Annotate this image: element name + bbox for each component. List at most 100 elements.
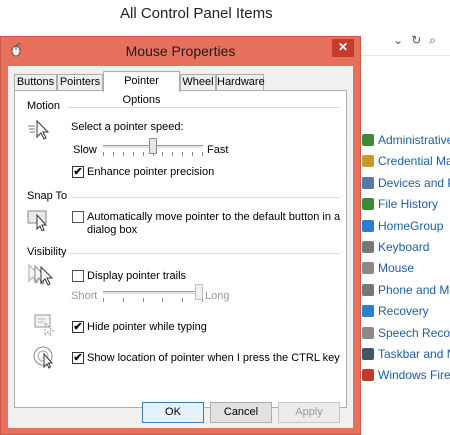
pointer-speed-prompt: Select a pointer speed:: [71, 121, 184, 133]
slider-tick: [123, 298, 124, 302]
control-panel-item-label: File History: [378, 197, 439, 212]
control-panel-item-label: Windows Firewa: [378, 368, 450, 383]
control-panel-item-icon: [362, 326, 374, 339]
control-panel-item-icon: [362, 155, 374, 168]
control-panel-item[interactable]: Windows Firewa: [362, 365, 450, 386]
visibility-divider: [69, 253, 339, 254]
slider-tick: [202, 152, 203, 156]
slider-track: [103, 291, 203, 294]
control-panel-item[interactable]: Administrative T: [362, 130, 450, 151]
tab-pointer-options[interactable]: Pointer Options: [103, 71, 180, 106]
control-panel-item-icon: [362, 305, 374, 318]
snap-to-label-line1: Automatically move pointer to the defaul…: [87, 211, 341, 223]
pointer-options-panel: Motion Select a pointer speed: Slow Fast…: [14, 90, 347, 408]
slider-tick: [123, 152, 124, 156]
slow-label: Slow: [73, 144, 97, 156]
snap-to-divider: [71, 197, 339, 198]
control-panel-item-label: Credential Mana: [378, 154, 450, 169]
control-panel-item[interactable]: Phone and Mod: [362, 280, 450, 301]
control-panel-item[interactable]: Mouse: [362, 258, 450, 279]
control-panel-item[interactable]: Devices and Prin: [362, 173, 450, 194]
hide-pointer-label: Hide pointer while typing: [87, 321, 207, 333]
control-panel-item[interactable]: HomeGroup: [362, 216, 450, 237]
control-panel-item[interactable]: Keyboard: [362, 237, 450, 258]
long-label: Long: [205, 290, 230, 302]
control-panel-item[interactable]: Taskbar and Nav: [362, 344, 450, 365]
fast-label: Fast: [207, 144, 229, 156]
control-panel-item[interactable]: Recovery: [362, 301, 450, 322]
control-panel-item-label: HomeGroup: [378, 218, 444, 233]
pointer-trail-length-slider[interactable]: [103, 283, 203, 305]
control-panel-item-icon: [362, 262, 374, 275]
slider-tick: [133, 152, 134, 156]
tab-buttons[interactable]: Buttons: [14, 74, 57, 91]
snap-to-icon: [27, 210, 48, 231]
control-panel-item[interactable]: Credential Mana: [362, 151, 450, 172]
pointer-speed-slider[interactable]: [103, 137, 203, 159]
slider-thumb[interactable]: [149, 138, 157, 154]
slider-tick: [113, 152, 114, 156]
control-panel-item-label: Devices and Prin: [378, 175, 450, 190]
control-panel-item-icon: [362, 369, 374, 382]
apply-button[interactable]: Apply: [278, 402, 340, 423]
dialog-client-area: Buttons Pointers Pointer Options Wheel H…: [8, 66, 353, 428]
control-panel-titlebar: All Control Panel Items: [0, 0, 450, 30]
control-panel-item-icon: [362, 283, 374, 296]
control-panel-item-icon: [362, 198, 374, 211]
hide-pointer-icon: [34, 314, 55, 337]
ctrl-locate-label: Show location of pointer when I press th…: [87, 352, 340, 364]
control-panel-item-icon: [362, 176, 374, 189]
control-panel-item-label: Recovery: [378, 304, 429, 319]
dialog-title: Mouse Properties: [125, 43, 236, 59]
slider-tick: [103, 152, 104, 156]
enhance-precision-label: Enhance pointer precision: [87, 166, 215, 178]
enhance-precision-checkbox[interactable]: ✔: [72, 166, 84, 178]
slider-tick: [182, 298, 183, 302]
dialog-titlebar[interactable]: Mouse Properties ✕: [1, 37, 360, 65]
hide-pointer-checkbox[interactable]: ✔: [72, 321, 84, 333]
mouse-properties-dialog: Mouse Properties ✕ Buttons Pointers Poin…: [0, 36, 361, 435]
snap-to-checkbox[interactable]: [72, 211, 84, 223]
slider-tick: [143, 298, 144, 302]
slider-tick: [182, 152, 183, 156]
cancel-button[interactable]: Cancel: [210, 402, 272, 423]
slider-thumb[interactable]: [195, 284, 203, 300]
control-panel-item-icon: [362, 134, 374, 146]
ctrl-locate-icon: [33, 346, 54, 369]
slider-tick: [143, 152, 144, 156]
control-panel-item-icon: [362, 240, 374, 253]
control-panel-item-label: Keyboard: [378, 239, 430, 254]
search-icon[interactable]: ⌕: [429, 33, 444, 47]
pointer-trails-icon: [28, 263, 54, 286]
dropdown-icon[interactable]: ⌄: [393, 33, 411, 47]
tab-pointers[interactable]: Pointers: [57, 74, 103, 91]
motion-group-label: Motion: [27, 100, 61, 112]
control-panel-item-icon: [362, 347, 374, 360]
slider-tick: [103, 298, 104, 302]
slider-tick: [162, 152, 163, 156]
pointer-trails-label: Display pointer trails: [87, 270, 187, 282]
control-panel-item[interactable]: File History: [362, 194, 450, 215]
control-panel-item-label: Taskbar and Nav: [378, 346, 450, 361]
tab-hardware[interactable]: Hardware: [216, 74, 265, 91]
tab-wheel[interactable]: Wheel: [180, 74, 216, 91]
slider-tick: [162, 298, 163, 302]
control-panel-item-label: Administrative T: [378, 133, 450, 147]
pointer-speed-icon: [28, 119, 50, 140]
address-bar-controls[interactable]: ⌄↻⌕: [393, 33, 444, 48]
control-panel-item-icon: [362, 219, 374, 232]
slider-tick: [192, 152, 193, 156]
ok-button[interactable]: OK: [142, 402, 204, 423]
control-panel-item-list: Administrative T Credential Mana Devices a…: [362, 130, 450, 387]
short-label: Short: [71, 290, 98, 302]
snap-to-group-label: Snap To: [27, 190, 68, 202]
motion-divider: [67, 107, 339, 108]
ctrl-locate-checkbox[interactable]: ✔: [72, 352, 84, 364]
close-button[interactable]: ✕: [332, 39, 354, 57]
refresh-icon[interactable]: ↻: [411, 33, 429, 47]
control-panel-item-label: Phone and Mod: [378, 282, 450, 297]
pointer-trails-checkbox[interactable]: [72, 270, 84, 282]
control-panel-title: All Control Panel Items: [120, 5, 273, 22]
visibility-group-label: Visibility: [27, 246, 67, 258]
control-panel-item[interactable]: Speech Recogni: [362, 323, 450, 344]
